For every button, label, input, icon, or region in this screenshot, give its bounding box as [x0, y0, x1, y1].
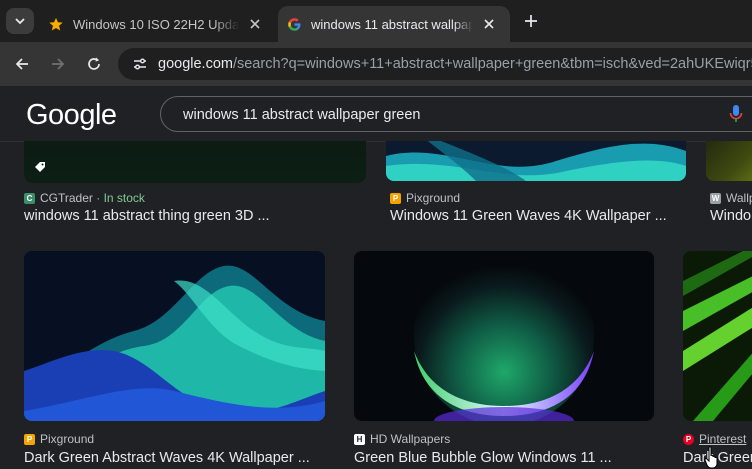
dark-green-waves-image [24, 251, 325, 421]
search-input[interactable] [181, 97, 705, 133]
tab-title: Windows 10 ISO 22H2 Update [73, 16, 239, 32]
pixground-icon: P [390, 192, 401, 204]
result-source[interactable]: C CGTrader · In stock [24, 191, 145, 205]
result-title[interactable]: Green Blue Bubble Glow Windows 11 ... [354, 450, 612, 466]
star-icon [48, 16, 64, 32]
pinterest-icon: P [683, 433, 694, 445]
hand-cursor-icon [704, 446, 718, 469]
result-source[interactable]: W Wallp [710, 191, 752, 205]
reload-button[interactable] [82, 52, 106, 76]
new-tab-button[interactable] [520, 10, 542, 32]
browser-toolbar: google.com/search?q=windows+11+abstract+… [0, 42, 752, 86]
result-source[interactable]: P Pixground [24, 432, 94, 446]
site-settings-icon[interactable] [130, 54, 150, 74]
arrow-right-icon [52, 58, 65, 70]
forward-button[interactable] [46, 52, 70, 76]
result-title[interactable]: Windo [710, 208, 751, 224]
result-thumbnail[interactable] [683, 251, 752, 421]
result-source[interactable]: P Pixground [390, 191, 460, 205]
result-thumbnail[interactable] [386, 141, 686, 181]
wallpaper-site-icon: W [710, 192, 721, 204]
address-bar[interactable]: google.com/search?q=windows+11+abstract+… [118, 48, 752, 80]
result-thumbnail[interactable] [354, 251, 654, 421]
pixground-icon: P [24, 433, 35, 445]
tab-title: windows 11 abstract wallpaper [311, 16, 473, 32]
cgtrader-icon: C [24, 192, 35, 204]
result-title[interactable]: windows 11 abstract thing green 3D ... [24, 208, 270, 224]
plus-icon [525, 15, 537, 27]
result-thumbnail[interactable] [24, 251, 325, 421]
tab-google-search[interactable]: windows 11 abstract wallpaper [278, 6, 510, 42]
result-source[interactable]: P Pinterest [683, 432, 746, 446]
result-source[interactable]: H HD Wallpapers [354, 432, 450, 446]
green-streaks-image [683, 251, 752, 421]
arrow-left-icon [15, 58, 28, 70]
waves-image [386, 141, 686, 181]
tab-strip: Windows 10 ISO 22H2 Update windows 11 ab… [0, 0, 752, 42]
image-results: C CGTrader · In stock windows 11 abstrac… [0, 141, 752, 469]
google-logo[interactable]: Google [26, 99, 117, 132]
hd-wallpapers-icon: H [354, 433, 365, 445]
close-icon[interactable] [248, 17, 262, 31]
microphone-icon[interactable] [728, 104, 744, 124]
google-header: Google [0, 86, 752, 142]
back-button[interactable] [10, 52, 34, 76]
result-title[interactable]: Windows 11 Green Waves 4K Wallpaper ... [390, 208, 667, 224]
chevron-down-icon [15, 18, 25, 25]
google-search-box[interactable] [160, 96, 752, 133]
url-text: google.com/search?q=windows+11+abstract+… [158, 56, 752, 72]
close-icon[interactable] [482, 17, 496, 31]
tab-search-button[interactable] [6, 8, 34, 34]
tab-windows-10-iso[interactable]: Windows 10 ISO 22H2 Update [40, 6, 276, 42]
result-thumbnail[interactable] [24, 141, 366, 183]
google-icon [286, 16, 302, 32]
reload-icon [88, 57, 100, 70]
bubble-glow-image [354, 251, 654, 421]
result-thumbnail[interactable] [706, 141, 752, 181]
result-title[interactable]: Dark Green Abstract Waves 4K Wallpaper .… [24, 450, 310, 466]
tag-icon [35, 162, 45, 172]
